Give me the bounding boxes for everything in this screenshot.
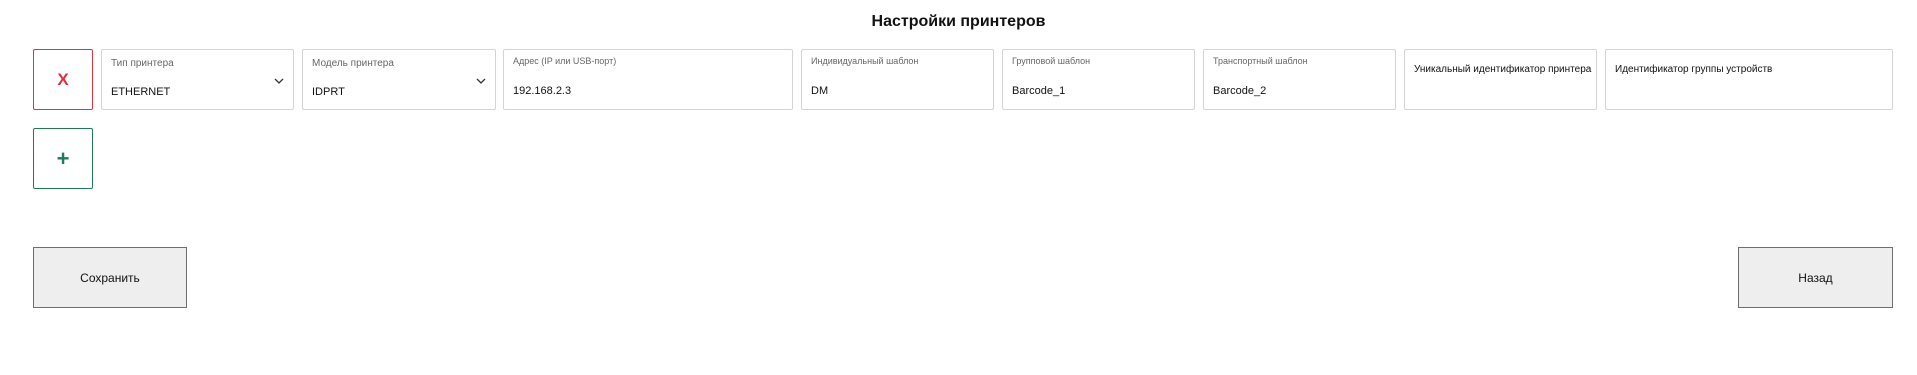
- printer-settings-page: Настройки принтеров X Тип принтера ETHER…: [0, 0, 1917, 375]
- address-value: 192.168.2.3: [513, 85, 572, 97]
- printer-type-value: ETHERNET: [111, 86, 171, 98]
- group-template-value: Barcode_1: [1012, 85, 1066, 97]
- address-field[interactable]: Адрес (IP или USB-порт) 192.168.2.3: [503, 49, 793, 110]
- back-button-label: Назад: [1798, 270, 1833, 285]
- group-template-field[interactable]: Групповой шаблон Barcode_1: [1002, 49, 1195, 110]
- transport-template-field[interactable]: Транспортный шаблон Barcode_2: [1203, 49, 1396, 110]
- printer-id-field[interactable]: Уникальный идентификатор принтера: [1404, 49, 1597, 110]
- remove-printer-label: X: [57, 69, 69, 89]
- device-group-id-field[interactable]: Идентификатор группы устройств: [1605, 49, 1893, 110]
- printer-model-value: IDPRT: [312, 86, 345, 98]
- individual-template-label: Индивидуальный шаблон: [811, 56, 919, 66]
- transport-template-label: Транспортный шаблон: [1213, 56, 1308, 66]
- page-title: Настройки принтеров: [871, 13, 1046, 30]
- address-label: Адрес (IP или USB-порт): [513, 56, 617, 66]
- printer-id-placeholder: Уникальный идентификатор принтера: [1414, 64, 1592, 75]
- save-button[interactable]: Сохранить: [33, 247, 187, 308]
- device-group-id-placeholder: Идентификатор группы устройств: [1615, 64, 1773, 75]
- remove-printer-button[interactable]: X: [33, 49, 93, 110]
- add-printer-button[interactable]: +: [33, 128, 93, 189]
- individual-template-field[interactable]: Индивидуальный шаблон DM: [801, 49, 994, 110]
- printer-type-select[interactable]: Тип принтера ETHERNET: [101, 49, 294, 110]
- transport-template-value: Barcode_2: [1213, 85, 1267, 97]
- individual-template-value: DM: [811, 85, 829, 97]
- save-button-label: Сохранить: [80, 270, 140, 285]
- group-template-label: Групповой шаблон: [1012, 56, 1091, 66]
- back-button[interactable]: Назад: [1738, 247, 1893, 308]
- add-printer-label: +: [56, 145, 70, 171]
- printer-type-label: Тип принтера: [111, 58, 174, 69]
- chevron-down-icon: [476, 78, 486, 84]
- printer-model-label: Модель принтера: [312, 58, 394, 69]
- chevron-down-icon: [274, 78, 284, 84]
- printer-model-select[interactable]: Модель принтера IDPRT: [302, 49, 496, 110]
